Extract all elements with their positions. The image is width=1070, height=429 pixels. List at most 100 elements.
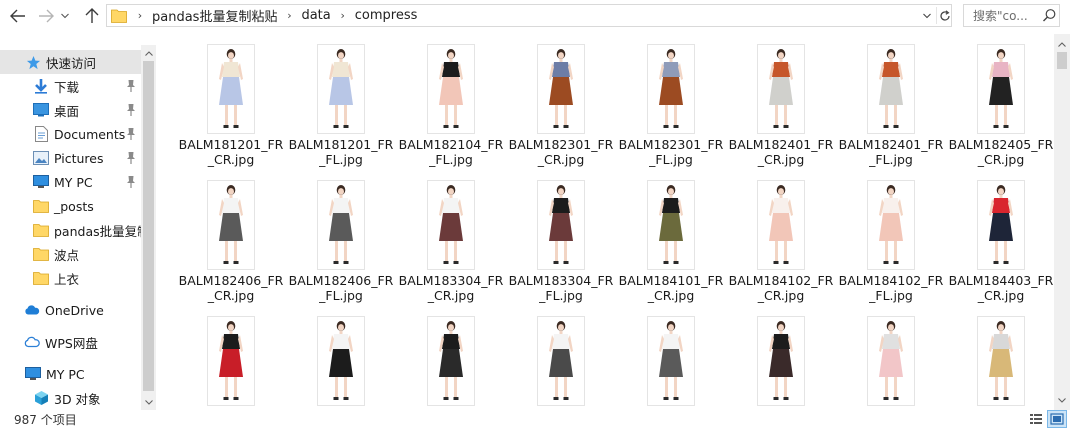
recent-locations-button[interactable] — [58, 4, 72, 28]
breadcrumb-item[interactable]: pandas批量复制粘贴 — [147, 6, 282, 25]
file-tile[interactable] — [396, 306, 506, 410]
pin-icon[interactable] — [125, 103, 137, 117]
sidebar-item[interactable]: Pictures — [0, 146, 141, 170]
image-thumbnail — [207, 180, 255, 270]
chevron-right-icon[interactable]: › — [133, 9, 147, 22]
sidebar-item[interactable]: MY PC — [0, 170, 141, 194]
scrollbar-thumb[interactable] — [143, 61, 154, 391]
sidebar-item[interactable]: 上衣 — [0, 266, 141, 290]
sidebar-item-label: Documents — [54, 126, 126, 142]
sidebar-item[interactable]: Documents — [0, 122, 141, 146]
pin-icon[interactable] — [125, 127, 137, 141]
file-tile[interactable] — [946, 306, 1054, 410]
file-tile[interactable] — [616, 306, 726, 410]
file-tile[interactable]: BALM182406_FR_CR.jpg — [176, 170, 286, 306]
file-tile[interactable]: BALM182406_FR_FL.jpg — [286, 170, 396, 306]
file-tile[interactable]: BALM182104_FR_FL.jpg — [396, 34, 506, 170]
image-thumbnail — [647, 44, 695, 134]
sidebar-item[interactable]: WPS网盘 — [0, 330, 141, 354]
image-thumbnail — [757, 316, 805, 406]
sidebar-item[interactable]: pandas批量复制 — [0, 218, 141, 242]
file-name: BALM182401_FR_CR.jpg — [728, 137, 834, 167]
image-thumbnail — [427, 316, 475, 406]
item-count: 987 个项目 — [14, 413, 77, 427]
file-tile[interactable]: BALM181201_FR_CR.jpg — [176, 34, 286, 170]
content-scrollbar[interactable] — [1054, 34, 1070, 410]
cloud-icon — [24, 302, 40, 318]
forward-button[interactable] — [34, 4, 58, 28]
file-tile[interactable]: BALM183304_FR_CR.jpg — [396, 170, 506, 306]
file-tile[interactable] — [506, 306, 616, 410]
scrollbar-thumb[interactable] — [1057, 52, 1067, 69]
back-button[interactable] — [6, 4, 30, 28]
file-name: BALM182405_FR_CR.jpg — [948, 137, 1054, 167]
up-button[interactable] — [80, 4, 104, 28]
file-tile[interactable] — [836, 306, 946, 410]
sidebar-item-label: 下载 — [54, 79, 80, 95]
image-thumbnail — [757, 44, 805, 134]
pin-icon[interactable] — [125, 175, 137, 189]
file-tile[interactable]: BALM184101_FR_CR.jpg — [616, 170, 726, 306]
image-thumbnail — [867, 44, 915, 134]
file-tile[interactable] — [176, 306, 286, 410]
sidebar-item[interactable]: 3D 对象 — [0, 386, 141, 410]
file-tile[interactable] — [286, 306, 396, 410]
file-tile[interactable]: BALM182301_FR_FL.jpg — [616, 34, 726, 170]
sidebar-item[interactable]: _posts — [0, 194, 141, 218]
large-icons-view-button[interactable] — [1047, 410, 1067, 428]
file-tile[interactable]: BALM182405_FR_CR.jpg — [946, 34, 1054, 170]
refresh-icon — [939, 9, 950, 21]
address-history-dropdown[interactable] — [919, 8, 935, 23]
sidebar-item-label: MY PC — [54, 174, 93, 190]
folder-icon — [33, 222, 49, 238]
chevron-right-icon[interactable]: › — [282, 9, 296, 22]
file-tile[interactable]: BALM182301_FR_CR.jpg — [506, 34, 616, 170]
image-thumbnail — [317, 316, 365, 406]
search-input[interactable] — [964, 5, 1042, 26]
file-tile[interactable]: BALM184102_FR_CR.jpg — [726, 170, 836, 306]
3d-objects-icon — [33, 390, 49, 406]
pin-icon[interactable] — [125, 79, 137, 93]
search-box[interactable] — [963, 4, 1060, 27]
scroll-up-arrow[interactable] — [1054, 36, 1070, 52]
details-view-button[interactable] — [1026, 410, 1046, 428]
sidebar-item[interactable]: 桌面 — [0, 98, 141, 122]
chevron-down-icon — [1058, 397, 1066, 403]
image-thumbnail — [207, 316, 255, 406]
sidebar-item[interactable]: 下载 — [0, 74, 141, 98]
desktop-icon — [33, 102, 49, 118]
chevron-up-icon — [145, 50, 153, 56]
sidebar-scrollbar[interactable] — [141, 45, 156, 410]
file-tile[interactable]: BALM184102_FR_FL.jpg — [836, 170, 946, 306]
file-tile[interactable]: BALM181201_FR_FL.jpg — [286, 34, 396, 170]
address-bar: › pandas批量复制粘贴 › data › compress — [0, 0, 1070, 32]
file-tile[interactable]: BALM183304_FR_FL.jpg — [506, 170, 616, 306]
folder-icon — [111, 9, 127, 23]
breadcrumb-item[interactable]: data — [296, 8, 335, 23]
file-tile[interactable]: BALM182401_FR_CR.jpg — [726, 34, 836, 170]
breadcrumb-item[interactable]: compress — [350, 8, 423, 23]
sidebar-item[interactable]: OneDrive — [0, 298, 141, 322]
chevron-right-icon[interactable]: › — [336, 9, 350, 22]
scroll-up-arrow[interactable] — [141, 45, 156, 61]
refresh-button[interactable] — [936, 7, 952, 24]
image-thumbnail — [537, 180, 585, 270]
chevron-down-icon — [923, 13, 931, 18]
pin-icon[interactable] — [125, 151, 137, 165]
scroll-down-arrow[interactable] — [1054, 392, 1070, 408]
scroll-down-arrow[interactable] — [141, 394, 156, 410]
sidebar-item[interactable]: 快速访问 — [0, 50, 141, 74]
file-tile[interactable]: BALM182401_FR_FL.jpg — [836, 34, 946, 170]
computer-icon — [33, 174, 49, 190]
search-icon[interactable] — [1042, 8, 1057, 23]
file-name: BALM182406_FR_CR.jpg — [178, 273, 284, 303]
address-path-box[interactable]: › pandas批量复制粘贴 › data › compress — [106, 4, 952, 27]
image-thumbnail — [977, 180, 1025, 270]
file-tile[interactable] — [726, 306, 836, 410]
sidebar-item[interactable]: MY PC — [0, 362, 141, 386]
file-tile[interactable]: BALM184403_FR_CR.jpg — [946, 170, 1054, 306]
sidebar-item-label: Pictures — [54, 150, 104, 166]
folder-icon — [33, 246, 49, 262]
file-grid: BALM181201_FR_CR.jpg BALM181201_FR_FL.jpg… — [156, 34, 1054, 410]
sidebar-item[interactable]: 波点 — [0, 242, 141, 266]
